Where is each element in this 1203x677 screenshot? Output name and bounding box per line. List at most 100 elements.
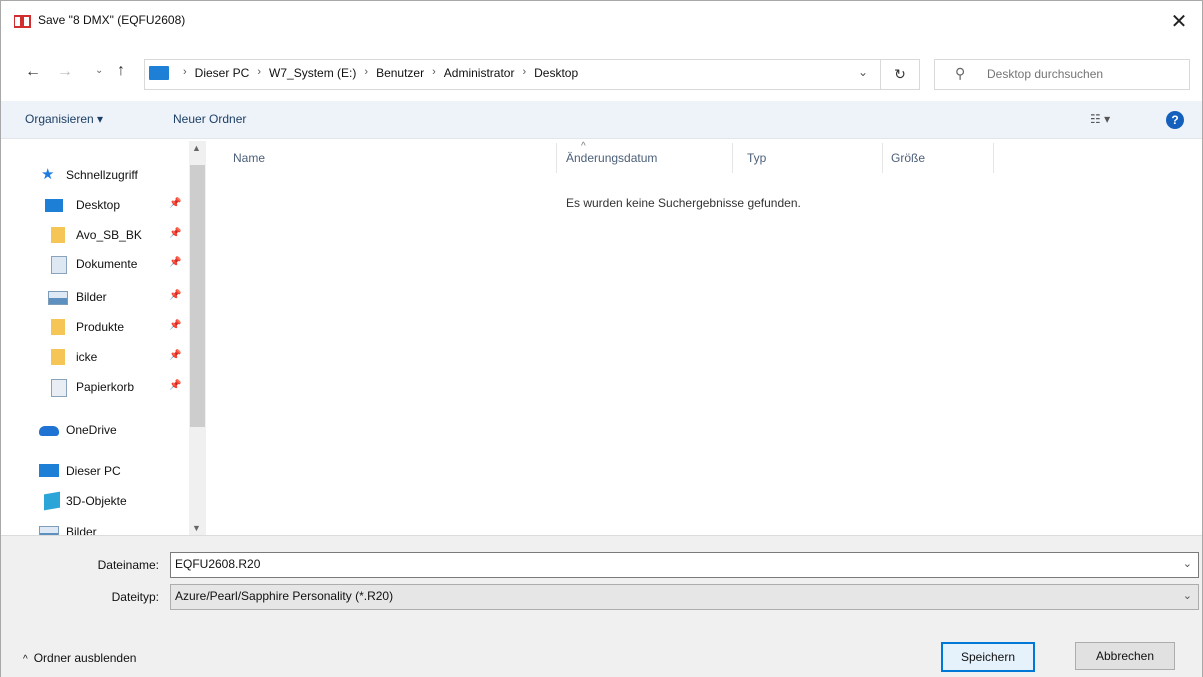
sidebar-item-onedrive[interactable]: OneDrive bbox=[1, 416, 187, 444]
forward-arrow-icon[interactable]: → bbox=[57, 63, 73, 81]
sidebar-item-label: icke bbox=[76, 350, 98, 364]
sidebar-item-label: Papierkorb bbox=[76, 380, 135, 394]
sidebar-item-produkte[interactable]: Produkte 📌 bbox=[1, 313, 187, 341]
scroll-thumb[interactable] bbox=[190, 165, 205, 427]
save-button[interactable]: Speichern bbox=[941, 642, 1035, 672]
filetype-select[interactable]: Azure/Pearl/Sapphire Personality (*.R20)… bbox=[170, 584, 1199, 610]
address-dropdown-chevron-icon[interactable]: ⌄ bbox=[858, 65, 868, 79]
breadcrumb-separator-icon: › bbox=[522, 66, 527, 78]
up-arrow-icon[interactable]: ↑ bbox=[117, 62, 125, 80]
scroll-up-icon[interactable]: ▲ bbox=[192, 143, 201, 153]
scroll-down-icon[interactable]: ▼ bbox=[192, 523, 201, 533]
computer-icon bbox=[39, 464, 59, 477]
search-input[interactable] bbox=[985, 63, 1184, 85]
breadcrumb-separator-icon: › bbox=[432, 66, 436, 78]
breadcrumb-item[interactable]: Dieser PC bbox=[195, 66, 250, 80]
filename-label: Dateiname: bbox=[97, 558, 159, 572]
file-list-header: ^ Name Änderungsdatum Typ Größe bbox=[207, 141, 1202, 173]
sidebar-item-3d-objects[interactable]: 3D-Objekte bbox=[1, 487, 187, 515]
recent-locations-chevron-icon[interactable]: ⌄ bbox=[95, 65, 103, 76]
refresh-icon: ↻ bbox=[894, 66, 906, 82]
pin-icon[interactable]: 📌 bbox=[169, 380, 181, 391]
help-icon[interactable]: ? bbox=[1166, 111, 1184, 129]
chevron-down-icon[interactable]: ⌄ bbox=[1183, 557, 1192, 570]
column-divider[interactable] bbox=[993, 143, 994, 173]
breadcrumb-separator-icon: › bbox=[364, 66, 369, 78]
pin-icon[interactable]: 📌 bbox=[169, 198, 181, 209]
sidebar-item-desktop[interactable]: Desktop 📌 bbox=[1, 191, 187, 219]
column-modified[interactable]: Änderungsdatum bbox=[566, 151, 657, 165]
filename-combobox[interactable]: ⌄ bbox=[170, 552, 1199, 578]
column-divider[interactable] bbox=[556, 143, 557, 173]
new-folder-button[interactable]: Neuer Ordner bbox=[173, 112, 246, 126]
close-button[interactable]: ✕ bbox=[1156, 1, 1202, 41]
sidebar-item-pictures-2[interactable]: Bilder bbox=[1, 518, 187, 535]
breadcrumb-item[interactable]: Benutzer bbox=[376, 66, 424, 80]
close-icon: ✕ bbox=[1170, 10, 1188, 33]
star-icon: ★ bbox=[41, 166, 55, 183]
pictures-icon bbox=[39, 526, 59, 535]
column-divider[interactable] bbox=[882, 143, 883, 173]
sidebar-item-label: Schnellzugriff bbox=[66, 168, 138, 182]
sidebar-item-label: Desktop bbox=[76, 198, 121, 212]
navigation-pane: ★ Schnellzugriff Desktop 📌 Avo_SB_BK 📌 D… bbox=[1, 139, 187, 535]
desktop-folder-icon bbox=[45, 199, 63, 212]
filetype-value: Azure/Pearl/Sapphire Personality (*.R20) bbox=[175, 589, 394, 603]
sidebar-item-recycle-bin[interactable]: Papierkorb 📌 bbox=[1, 373, 187, 401]
column-divider[interactable] bbox=[732, 143, 733, 173]
sidebar-item-label: Avo_SB_BK bbox=[76, 228, 142, 242]
empty-results-message: Es wurden keine Suchergebnisse gefunden. bbox=[566, 196, 801, 210]
sidebar-item-label: OneDrive bbox=[66, 423, 117, 437]
pin-icon[interactable]: 📌 bbox=[169, 257, 181, 268]
sidebar-item-pictures[interactable]: Bilder 📌 bbox=[1, 283, 187, 311]
breadcrumb-separator-icon: › bbox=[257, 66, 262, 78]
3d-objects-icon bbox=[44, 491, 60, 511]
column-name[interactable]: Name bbox=[233, 151, 265, 165]
sidebar-item-label: Dieser PC bbox=[66, 464, 121, 478]
window-title: Save "8 DMX" (EQFU2608) bbox=[38, 13, 186, 27]
cancel-button[interactable]: Abbrechen bbox=[1075, 642, 1175, 670]
sidebar-item-documents[interactable]: Dokumente 📌 bbox=[1, 250, 187, 278]
sidebar-item-this-pc[interactable]: Dieser PC bbox=[1, 457, 187, 485]
view-options-icon[interactable]: ☷ ▾ bbox=[1090, 112, 1110, 126]
sidebar-item-label: Dokumente bbox=[76, 257, 138, 271]
pictures-icon bbox=[48, 291, 68, 305]
sidebar-item-label: 3D-Objekte bbox=[66, 494, 127, 508]
documents-icon bbox=[51, 256, 67, 274]
breadcrumb-item[interactable]: Desktop bbox=[534, 66, 578, 80]
pin-icon[interactable]: 📌 bbox=[169, 228, 181, 239]
search-box[interactable]: ⚲ bbox=[934, 59, 1190, 90]
folder-icon bbox=[51, 227, 65, 243]
refresh-button[interactable]: ↻ bbox=[880, 59, 920, 90]
sidebar-item-avo-sb-bk[interactable]: Avo_SB_BK 📌 bbox=[1, 221, 187, 249]
sidebar-scrollbar[interactable]: ▲ ▼ bbox=[189, 141, 206, 535]
folder-icon bbox=[51, 349, 65, 365]
save-dialog: Save "8 DMX" (EQFU2608) ✕ ← → ⌄ ↑ › Dies… bbox=[0, 0, 1203, 677]
cloud-icon bbox=[39, 426, 59, 436]
app-icon bbox=[14, 15, 31, 28]
hide-folders-toggle[interactable]: ^ Ordner ausblenden bbox=[23, 651, 136, 665]
folder-icon bbox=[51, 319, 65, 335]
column-type[interactable]: Typ bbox=[747, 151, 766, 165]
pin-icon[interactable]: 📌 bbox=[169, 320, 181, 331]
search-icon: ⚲ bbox=[955, 65, 966, 81]
pin-icon[interactable]: 📌 bbox=[169, 350, 181, 361]
filename-input[interactable] bbox=[175, 555, 1155, 573]
sidebar-item-label: Bilder bbox=[66, 525, 97, 535]
title-bar: Save "8 DMX" (EQFU2608) ✕ bbox=[1, 1, 1202, 41]
back-arrow-icon[interactable]: ← bbox=[25, 63, 41, 81]
recycle-bin-icon bbox=[51, 379, 67, 397]
organize-menu-button[interactable]: Organisieren ▾ bbox=[25, 112, 103, 126]
hide-folders-label: Ordner ausblenden bbox=[33, 651, 137, 665]
sidebar-item-icke[interactable]: icke 📌 bbox=[1, 343, 187, 371]
breadcrumb-item[interactable]: W7_System (E:) bbox=[269, 66, 356, 80]
column-size[interactable]: Größe bbox=[891, 151, 925, 165]
computer-icon bbox=[149, 66, 169, 80]
breadcrumb-item[interactable]: Administrator bbox=[444, 66, 515, 80]
chevron-up-icon: ^ bbox=[23, 654, 28, 665]
sidebar-item-quick-access[interactable]: ★ Schnellzugriff bbox=[1, 161, 187, 189]
breadcrumb: › Dieser PC › W7_System (E:) › Benutzer … bbox=[175, 66, 578, 80]
chevron-down-icon: ⌄ bbox=[1182, 590, 1192, 602]
address-bar[interactable]: › Dieser PC › W7_System (E:) › Benutzer … bbox=[144, 59, 881, 90]
pin-icon[interactable]: 📌 bbox=[169, 290, 181, 301]
